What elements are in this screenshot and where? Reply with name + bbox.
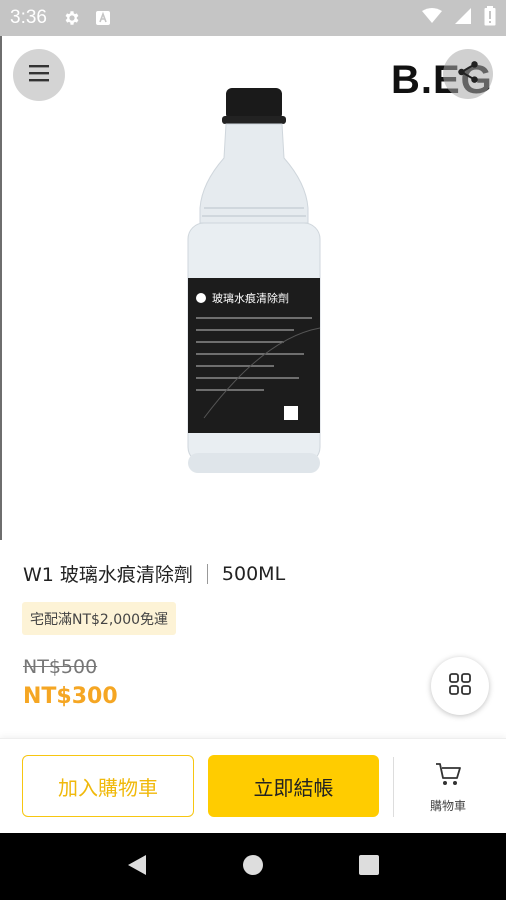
checkout-button[interactable]: 立即結帳 — [208, 755, 379, 817]
name-divider — [206, 563, 208, 584]
product-name: W1 玻璃水痕清除劑 500ML — [23, 560, 285, 587]
hamburger-icon — [27, 63, 51, 87]
status-time: 3:36 — [10, 7, 47, 28]
cart-icon — [434, 761, 462, 791]
menu-button[interactable] — [13, 49, 65, 101]
grid-icon — [448, 672, 472, 700]
gear-icon — [63, 9, 81, 27]
cart-label: 購物車 — [429, 799, 466, 813]
bottle-illustration: 玻璃水痕清除劑 — [187, 88, 321, 473]
status-right-icons — [422, 6, 496, 30]
wifi-icon — [422, 8, 442, 28]
screen: 3:36 玻璃水痕清除劑 B.EG W1 玻璃水痕清除劑 500ML 宅配滿NT… — [0, 0, 506, 900]
back-icon[interactable] — [126, 853, 148, 881]
cart-button[interactable]: 購物車 — [408, 761, 488, 825]
product-title: W1 玻璃水痕清除劑 — [23, 564, 193, 586]
price-original: NT$500 — [23, 656, 98, 678]
recents-icon[interactable] — [358, 854, 380, 880]
signal-icon — [454, 7, 472, 29]
grid-menu-button[interactable] — [431, 657, 489, 715]
share-button[interactable] — [443, 49, 493, 99]
action-bar: 加入購物車 立即結帳 購物車 — [0, 738, 506, 833]
action-bar-divider — [393, 757, 394, 817]
system-nav-bar — [0, 833, 506, 900]
bottle-label-title: 玻璃水痕清除劑 — [212, 291, 289, 305]
home-icon[interactable] — [241, 853, 265, 881]
product-volume: 500ML — [221, 562, 286, 585]
battery-icon — [484, 6, 496, 30]
status-bar: 3:36 — [0, 0, 506, 36]
price-sale: NT$300 — [23, 684, 118, 709]
add-to-cart-button[interactable]: 加入購物車 — [22, 755, 194, 817]
product-image[interactable]: 玻璃水痕清除劑 — [2, 36, 506, 540]
a-icon — [95, 10, 111, 26]
shipping-tag: 宅配滿NT$2,000免運 — [22, 602, 177, 635]
share-icon — [455, 59, 481, 89]
